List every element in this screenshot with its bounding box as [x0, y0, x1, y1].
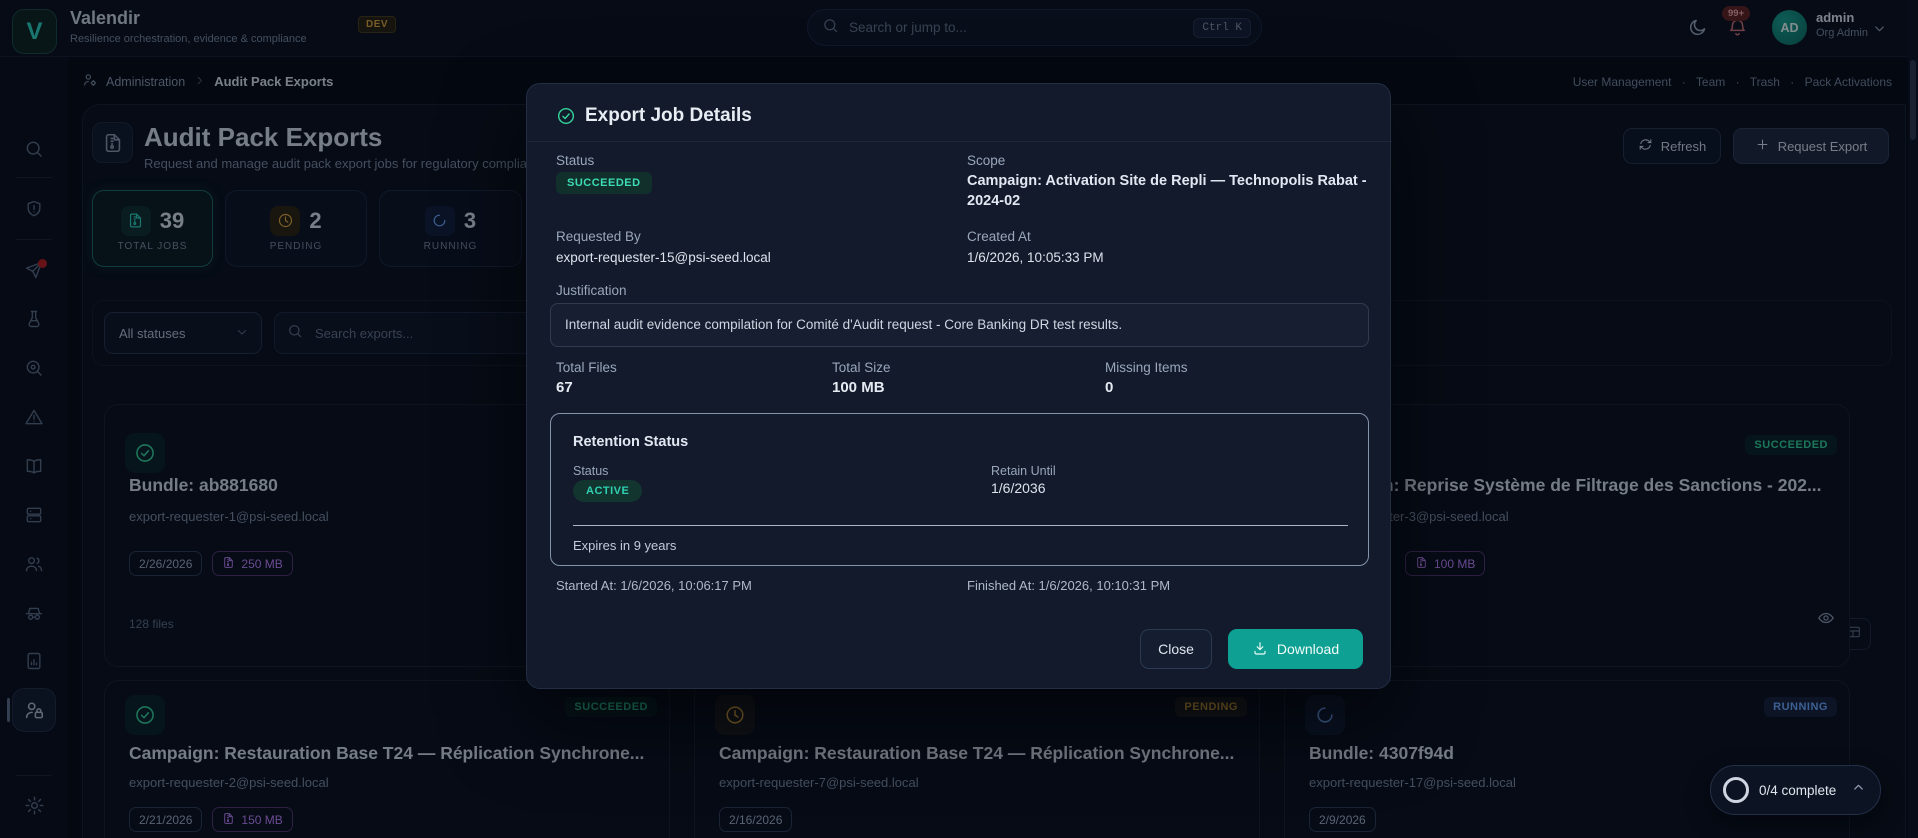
scope-value: Campaign: Activation Site de Repli — Tec… [967, 173, 1367, 209]
bulk-progress-pill[interactable]: 0/4 complete [1710, 765, 1881, 815]
close-label: Close [1158, 641, 1194, 657]
modal-title: Export Job Details [585, 105, 752, 126]
requested-by-label: Requested By [556, 229, 641, 244]
divider [573, 525, 1348, 526]
total-files-label: Total Files [556, 360, 617, 375]
status-badge: SUCCEEDED [556, 172, 652, 194]
chevron-up-icon[interactable] [1851, 780, 1866, 800]
retention-status-label: Status [573, 464, 609, 478]
divider [527, 141, 1392, 142]
requested-by-value: export-requester-15@psi-seed.local [556, 250, 771, 265]
missing-items-label: Missing Items [1105, 360, 1188, 375]
started-at-text: Started At: 1/6/2026, 10:06:17 PM [556, 578, 752, 593]
download-label: Download [1276, 641, 1340, 657]
retention-status-box: Retention Status Status ACTIVE Retain Un… [550, 413, 1369, 566]
retain-until-value: 1/6/2036 [991, 480, 1046, 496]
screen: V Valendir Resilience orchestration, evi… [0, 0, 1918, 838]
retention-title: Retention Status [573, 434, 689, 450]
status-label: Status [556, 153, 595, 168]
export-job-details-modal: Export Job Details Status SUCCEEDED Scop… [526, 83, 1392, 689]
retention-expires-text: Expires in 9 years [573, 538, 677, 553]
justification-text: Internal audit evidence compilation for … [565, 317, 1123, 332]
missing-items-value: 0 [1105, 379, 1114, 396]
created-at-label: Created At [967, 229, 1031, 244]
justification-box: Internal audit evidence compilation for … [550, 303, 1369, 347]
progress-ring [1723, 777, 1749, 803]
close-button[interactable]: Close [1140, 629, 1212, 669]
progress-text: 0/4 complete [1759, 782, 1837, 798]
download-button[interactable]: Download [1228, 629, 1363, 669]
total-size-label: Total Size [832, 360, 891, 375]
check-circle-icon [556, 106, 576, 131]
total-size-value: 100 MB [832, 379, 885, 396]
retain-until-label: Retain Until [991, 464, 1056, 478]
created-at-value: 1/6/2026, 10:05:33 PM [967, 250, 1104, 265]
total-files-value: 67 [556, 379, 573, 396]
justification-label: Justification [556, 283, 627, 298]
retention-status-badge: ACTIVE [573, 480, 643, 502]
download-icon [1252, 640, 1268, 659]
scope-label: Scope [967, 153, 1006, 168]
finished-at-text: Finished At: 1/6/2026, 10:10:31 PM [967, 578, 1171, 593]
